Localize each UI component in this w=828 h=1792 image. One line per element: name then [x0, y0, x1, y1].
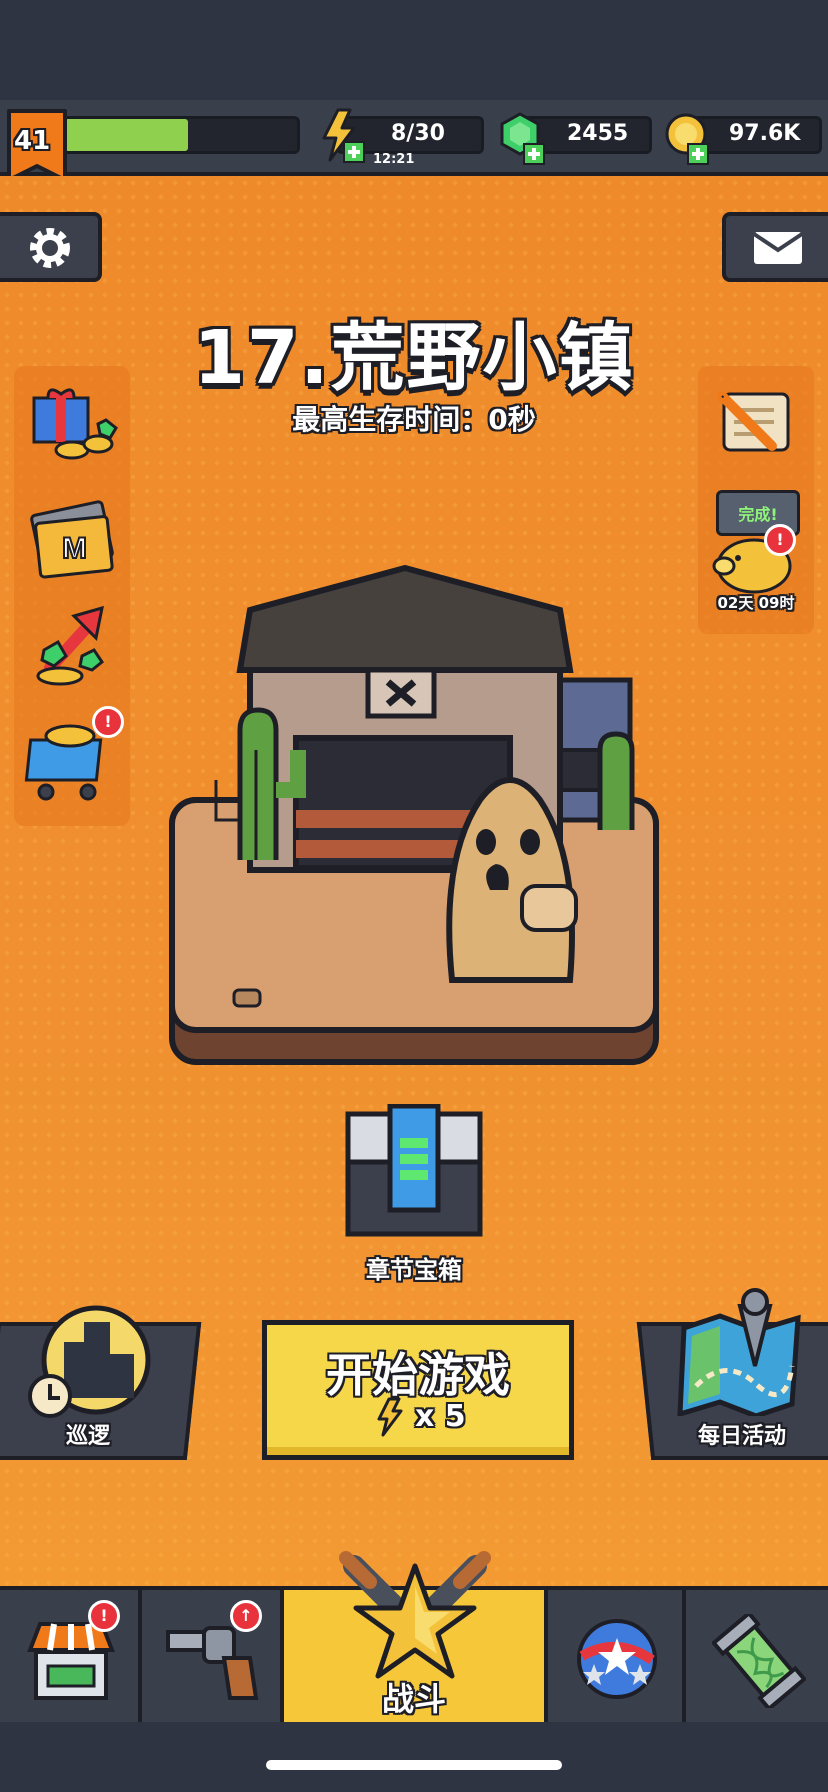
energy-cost-icon	[377, 1397, 403, 1437]
gear-icon	[30, 228, 70, 268]
coins-value: 97.6K	[729, 121, 801, 146]
shop-alert-badge: !	[88, 1600, 120, 1632]
start-game-button[interactable]: 开始游戏 x 5	[262, 1320, 574, 1460]
chapter-chest-label: 章节宝箱	[366, 1256, 462, 1284]
patrol-label: 巡逻	[65, 1424, 110, 1449]
status-bar	[0, 0, 828, 100]
nav-talents[interactable]	[548, 1590, 686, 1722]
talent-orb-icon	[577, 1619, 657, 1699]
stage-illustration	[169, 564, 659, 1065]
growth-fund-icon[interactable]	[30, 598, 116, 688]
gift-coins-icon[interactable]	[26, 380, 118, 464]
level-value: 41	[14, 126, 51, 156]
piggy-alert-badge: !	[764, 524, 796, 556]
weapon-upgrade-badge: ↑	[230, 1600, 262, 1632]
coin-icon[interactable]	[664, 112, 714, 166]
gem-icon[interactable]	[500, 112, 548, 166]
settings-button[interactable]	[0, 212, 102, 282]
complete-label: 完成!	[738, 505, 778, 524]
nav-gene[interactable]	[686, 1590, 828, 1722]
nav-shop[interactable]: !	[0, 1590, 142, 1722]
nav-weapons[interactable]: ↑	[142, 1590, 284, 1722]
quest-scroll-icon[interactable]	[712, 382, 804, 462]
chapter-chest-icon[interactable]	[340, 1104, 488, 1240]
bottom-navigation: ! ↑ 战斗	[0, 1551, 828, 1726]
energy-icon[interactable]	[318, 108, 368, 164]
energy-timer: 12:21	[373, 152, 415, 167]
monthly-card-icon[interactable]: M	[24, 498, 120, 582]
bottom-safe-area	[0, 1722, 828, 1792]
mail-button[interactable]	[722, 212, 828, 282]
gems-value: 2455	[567, 121, 629, 146]
xp-fill	[65, 119, 188, 151]
piggy-timer: 02天 09时	[717, 594, 795, 612]
start-game-label: 开始游戏	[326, 1348, 510, 1402]
mail-icon	[752, 232, 804, 264]
daily-activities-label: 每日活动	[697, 1424, 786, 1449]
energy-cost-value: x 5	[415, 1399, 466, 1434]
patrol-icon	[28, 1305, 151, 1418]
map-pin-icon	[677, 1288, 801, 1416]
gene-capsule-icon	[712, 1614, 806, 1708]
svg-text:M: M	[62, 532, 87, 565]
xp-bar	[62, 116, 300, 154]
top-resource-bar: 8/30 12:21 2455 97.6K	[0, 100, 828, 176]
nav-battle[interactable]: 战斗	[284, 1551, 548, 1722]
home-indicator[interactable]	[266, 1760, 562, 1770]
energy-value: 8/30	[391, 121, 445, 146]
battle-label: 战斗	[381, 1680, 446, 1718]
level-badge[interactable]: 41	[6, 108, 68, 186]
shop-cart-alert-badge: !	[92, 706, 124, 738]
